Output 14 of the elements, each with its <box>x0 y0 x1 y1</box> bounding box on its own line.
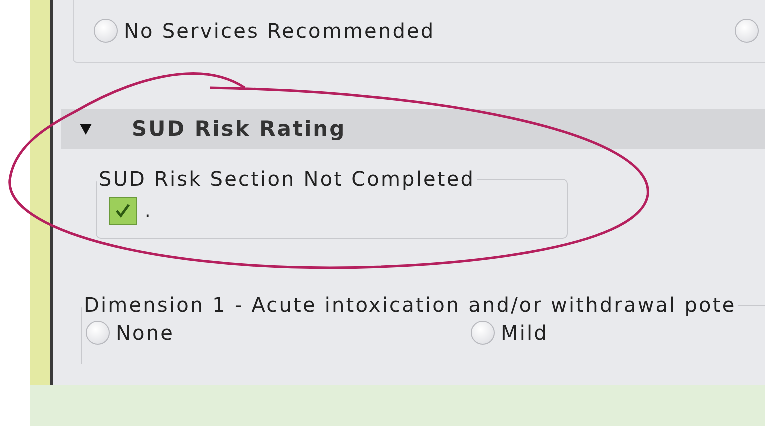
section-header[interactable]: SUD Risk Rating <box>61 109 765 149</box>
radio-icon[interactable] <box>735 19 759 43</box>
group-legend: Dimension 1 - Acute intoxication and/or withdrawal pote <box>82 293 738 317</box>
group-legend: SUD Risk Section Not Completed <box>97 167 478 191</box>
radio-icon[interactable] <box>94 19 118 43</box>
radio-option[interactable]: None <box>86 321 471 345</box>
radio-icon[interactable] <box>86 321 110 345</box>
checkbox-label: . <box>145 200 152 222</box>
radio-option[interactable]: Mild <box>471 321 765 345</box>
checkbox[interactable] <box>109 197 137 225</box>
radio-option[interactable]: No Services Recommended <box>94 19 436 43</box>
radio-icon[interactable] <box>471 321 495 345</box>
collapse-icon[interactable] <box>79 122 93 136</box>
section-title: SUD Risk Rating <box>132 117 346 141</box>
